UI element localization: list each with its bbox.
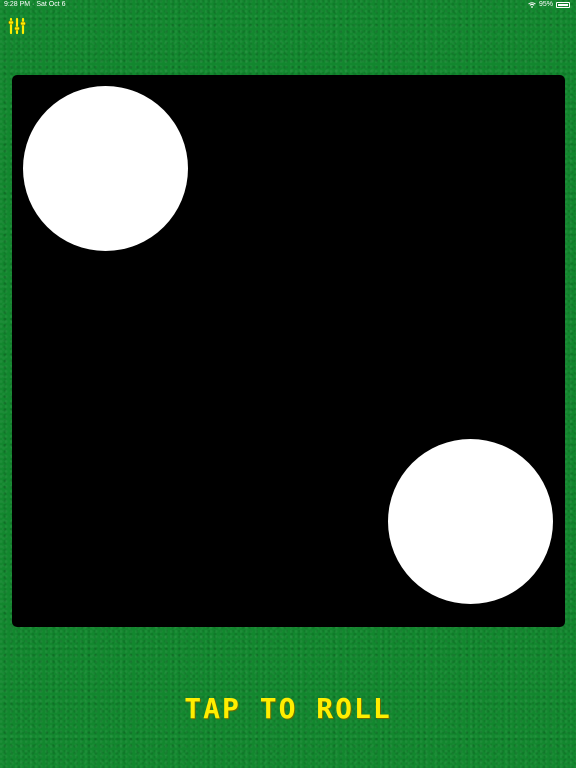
sliders-icon	[8, 17, 26, 35]
tap-to-roll-button[interactable]: TAP TO ROLL	[0, 692, 576, 725]
status-bar: 9:28 PM · Sat Oct 6 95%	[0, 0, 576, 12]
settings-button[interactable]	[7, 17, 27, 35]
battery-percent: 95%	[538, 1, 553, 8]
status-date-text: Sat Oct 6	[36, 1, 66, 8]
battery-fill	[558, 3, 568, 6]
wifi-icon	[528, 1, 536, 8]
status-time-text: 9:28 PM	[4, 1, 31, 8]
die-pip	[388, 439, 553, 604]
battery-icon	[556, 1, 570, 8]
tap-to-roll-label: TAP TO ROLL	[184, 692, 392, 725]
status-right: 95%	[528, 1, 570, 8]
die-pip	[23, 86, 188, 251]
die-face[interactable]	[12, 75, 565, 627]
status-time: 9:28 PM · Sat Oct 6	[4, 1, 66, 8]
